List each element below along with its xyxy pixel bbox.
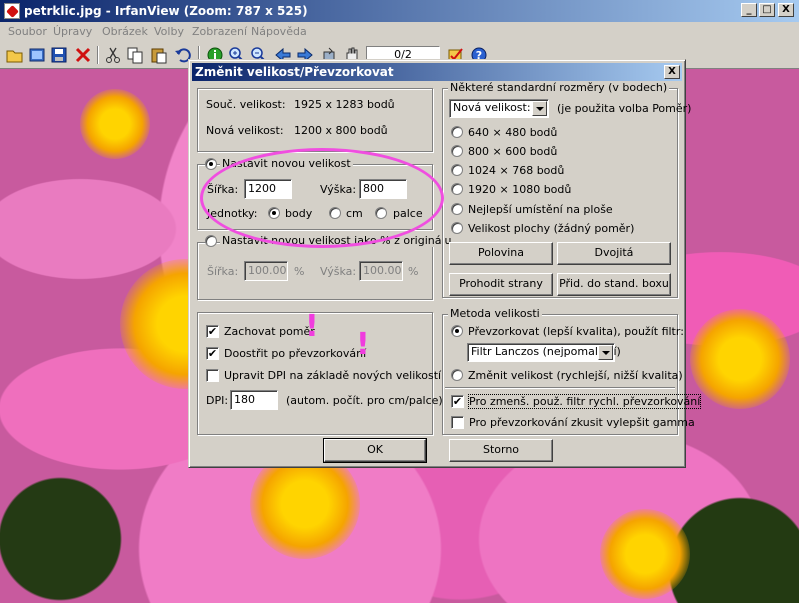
toolbar-separator — [97, 46, 99, 64]
menu-napoveda[interactable]: Nápověda — [251, 25, 307, 38]
percent-width-input[interactable]: 100.00 — [244, 261, 288, 281]
gamma-label: Pro převzorkování zkusit vylepšit gamma — [469, 416, 695, 429]
fast-filter-checkbox[interactable]: ✔ — [451, 395, 464, 408]
exclamation-mark: ! — [305, 309, 319, 344]
menu-obrazek[interactable]: Obrázek — [102, 25, 148, 38]
exclamation-mark: ! — [356, 327, 370, 362]
size-1024-label: 1024 × 768 bodů — [468, 164, 565, 177]
size-800-label: 800 × 600 bodů — [468, 145, 558, 158]
keep-ratio-checkbox[interactable]: ✔ — [206, 325, 219, 338]
set-percent-radio[interactable] — [205, 235, 217, 247]
menu-zobrazeni[interactable]: Zobrazení — [192, 25, 247, 38]
irfanview-app-icon[interactable] — [4, 3, 20, 19]
window-titlebar: petrklic.jpg - IrfanView (Zoom: 787 x 52… — [0, 0, 799, 22]
adjust-dpi-checkbox[interactable] — [206, 369, 219, 382]
fast-filter-label: Pro zmenš. použ. filtr rychl. převzorkov… — [467, 394, 702, 409]
standard-sizes-label: Některé standardní rozměry (v bodech) — [448, 81, 670, 94]
method-separator — [445, 387, 675, 389]
dpi-label: DPI: — [206, 394, 229, 407]
desktop-size-label: Velikost plochy (žádný poměr) — [468, 222, 635, 235]
size-1024-radio[interactable] — [451, 164, 463, 176]
paste-icon[interactable] — [150, 46, 168, 64]
adjust-dpi-label: Upravit DPI na základě nových velikostí — [224, 369, 442, 382]
flower-center — [690, 309, 790, 409]
set-new-size-radio[interactable] — [205, 158, 217, 170]
resize-radio[interactable] — [451, 369, 463, 381]
resize-method-label: Metoda velikosti — [448, 307, 542, 320]
copy-icon[interactable] — [126, 46, 144, 64]
menubar: Soubor Úpravy Obrázek Volby Zobrazení Ná… — [0, 22, 799, 41]
resample-label: Převzorkovat (lepší kvalita), použít fil… — [468, 325, 684, 338]
current-size-label: Souč. velikost: — [206, 98, 286, 111]
keep-ratio-label: Zachovat poměr — [224, 325, 315, 338]
best-fit-radio[interactable] — [451, 203, 463, 215]
percent-width-unit: % — [294, 265, 305, 278]
size-800-radio[interactable] — [451, 145, 463, 157]
size-1920-label: 1920 × 1080 bodů — [468, 183, 572, 196]
sharpen-label: Doostřit po převzorkování — [224, 347, 367, 360]
delete-icon[interactable] — [74, 46, 92, 64]
resize-method-group: Převzorkovat (lepší kvalita), použít fil… — [442, 314, 702, 435]
save-icon[interactable] — [50, 46, 68, 64]
dpi-input[interactable]: 180 — [230, 390, 278, 410]
resize-dialog: Změnit velikost/Převzorkovat X Souč. vel… — [188, 59, 702, 468]
slideshow-icon[interactable] — [28, 46, 46, 64]
ok-button[interactable]: OK — [323, 438, 427, 463]
maximize-button[interactable]: □ — [759, 3, 775, 17]
dialog-titlebar: Změnit velikost/Převzorkovat X — [192, 63, 682, 81]
window-title: petrklic.jpg - IrfanView (Zoom: 787 x 52… — [24, 4, 308, 18]
new-size-combo[interactable]: Nová velikost: — [449, 99, 549, 118]
desktop-size-radio[interactable] — [451, 222, 463, 234]
resample-radio[interactable] — [451, 325, 463, 337]
new-size-value: 1200 x 800 bodů — [294, 124, 388, 137]
minimize-button[interactable]: _ — [741, 3, 757, 17]
percent-height-label: Výška: — [320, 265, 357, 278]
percent-height-unit: % — [408, 265, 419, 278]
swap-sides-button[interactable]: Prohodit strany — [449, 273, 553, 296]
percent-width-label: Šířka: — [207, 265, 239, 278]
double-button[interactable]: Dvojitá — [557, 242, 671, 265]
size-640-label: 640 × 480 bodů — [468, 126, 558, 139]
menu-volby[interactable]: Volby — [154, 25, 184, 38]
gamma-checkbox[interactable] — [451, 416, 464, 429]
chevron-down-icon[interactable] — [598, 345, 613, 360]
size-1920-radio[interactable] — [451, 183, 463, 195]
cancel-button[interactable]: Storno — [449, 439, 553, 462]
best-fit-label: Nejlepší umístění na ploše — [468, 203, 613, 216]
dialog-title: Změnit velikost/Převzorkovat — [195, 65, 394, 79]
new-size-combo-value: Nová velikost: — [453, 101, 531, 114]
size-info-group: Souč. velikost: 1925 x 1283 bodů Nová ve… — [197, 88, 433, 152]
filter-combo[interactable]: Filtr Lanczos (nejpomalejší) — [467, 343, 621, 362]
chevron-down-icon[interactable] — [532, 101, 547, 116]
new-size-label: Nová velikost: — [206, 124, 284, 137]
dialog-close-button[interactable]: X — [664, 65, 680, 79]
open-folder-icon[interactable] — [6, 46, 24, 64]
menu-upravy[interactable]: Úpravy — [53, 25, 92, 38]
ratio-note: (je použita volba Poměr) — [557, 102, 692, 115]
flower-center — [600, 509, 690, 599]
cut-icon[interactable] — [104, 46, 122, 64]
percent-height-input[interactable]: 100.00 — [359, 261, 403, 281]
standard-sizes-group: Nová velikost: (je použita volba Poměr) … — [442, 88, 691, 298]
highlight-ellipse — [200, 148, 444, 248]
size-640-radio[interactable] — [451, 126, 463, 138]
dpi-note: (autom. počít. pro cm/palce) — [286, 394, 443, 407]
window-close-button[interactable]: X — [778, 3, 794, 17]
menu-soubor[interactable]: Soubor — [8, 25, 47, 38]
resize-label: Změnit velikost (rychlejší, nižší kvalit… — [468, 369, 683, 382]
add-to-standard-button[interactable]: Přid. do stand. boxu — [557, 273, 671, 296]
half-button[interactable]: Polovina — [449, 242, 553, 265]
sharpen-checkbox[interactable]: ✔ — [206, 347, 219, 360]
current-size-value: 1925 x 1283 bodů — [294, 98, 395, 111]
flower-center — [80, 89, 150, 159]
